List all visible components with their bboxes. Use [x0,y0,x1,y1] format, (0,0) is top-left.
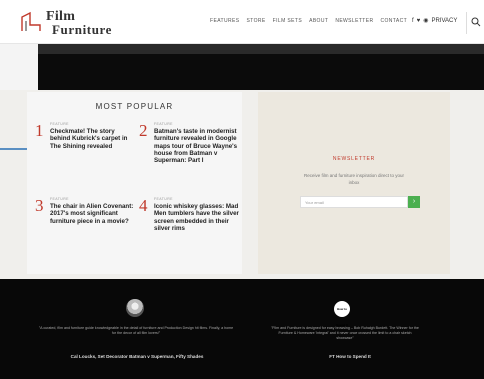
popular-item-category: FEATURE [50,122,69,126]
testimonial-avatar [126,299,144,317]
popular-item-title[interactable]: Iconic whiskey glasses: Mad Men tumblers… [154,203,240,232]
popular-item-title[interactable]: Checkmate! The story behind Kubrick's ca… [50,128,136,150]
social-links: f ♥ ◉ PRIVACY [412,17,457,25]
popular-item-title[interactable]: Batman's taste in modernist furniture re… [154,128,240,164]
popular-item-category: FEATURE [154,122,173,126]
privacy-link[interactable]: PRIVACY [431,18,457,24]
nav-features[interactable]: FEATURES [210,18,240,30]
testimonial-attribution-2: FT How to Spend It [329,354,371,359]
newsletter-description: Receive film and furniture inspiration d… [303,173,405,185]
popular-item-category: FEATURE [50,197,69,201]
popular-item-category: FEATURE [154,197,173,201]
popular-item-title[interactable]: The chair in Alien Covenant: 2017's most… [50,203,136,225]
banner-image-strip [38,44,484,54]
testimonial-quote-2: "Film and Furniture is designed for easy… [271,326,419,340]
most-popular-section: MOST POPULAR 1 FEATURE Checkmate! The st… [27,92,242,274]
nav-newsletter[interactable]: NEWSLETTER [335,18,373,30]
header-divider [466,12,467,34]
nav-store[interactable]: STORE [247,18,266,30]
nav-contact[interactable]: CONTACT [380,18,407,30]
featured-banner[interactable] [38,44,484,90]
instagram-icon[interactable]: ◉ [423,17,428,24]
side-accent-line [0,148,28,150]
testimonial-quote-1: "A curated, film and furniture guide kno… [38,326,234,335]
nav-about[interactable]: ABOUT [309,18,328,30]
popular-item-number: 2 [139,121,148,140]
newsletter-title: NEWSLETTER [332,156,376,162]
newsletter-email-input[interactable]: Your email [300,196,408,208]
nav-film-sets[interactable]: FILM SETS [273,18,302,30]
facebook-icon[interactable]: f [412,18,414,24]
newsletter-submit-button[interactable]: › [408,196,420,208]
testimonial-attribution-1: Cal Loucks, Set Decorator Batman v Super… [70,354,204,359]
site-logo[interactable]: Film Furniture [20,8,130,38]
site-header: Film Furniture FEATURES STORE FILM SETS … [0,0,484,44]
most-popular-title: MOST POPULAR [95,102,174,111]
popular-item-number: 3 [35,196,44,215]
logo-text-line2: Furniture [52,22,113,37]
how-to-spend-it-badge: How to Spend It [334,301,350,327]
main-nav: FEATURES STORE FILM SETS ABOUT NEWSLETTE… [210,18,407,30]
search-icon[interactable] [471,17,481,27]
twitter-icon[interactable]: ♥ [417,18,421,24]
testimonials-footer: "A curated, film and furniture guide kno… [0,279,484,379]
popular-item-number: 4 [139,196,148,215]
newsletter-section: NEWSLETTER Receive film and furniture in… [258,92,450,274]
chair-logo-icon [21,11,41,31]
popular-item-number: 1 [35,121,44,140]
